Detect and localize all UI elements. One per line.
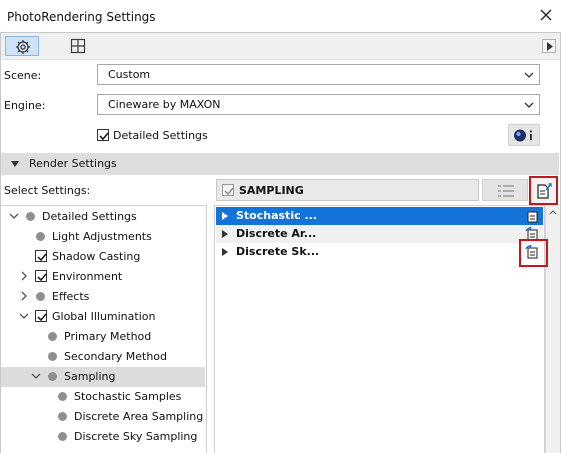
sampling-checkbox[interactable] [222, 184, 234, 196]
settings-list-row[interactable]: Discrete Ar... [216, 225, 543, 243]
grid-icon [70, 38, 86, 54]
settings-action-icon[interactable] [525, 209, 539, 223]
tree-item[interactable]: Effects [1, 287, 205, 307]
gear-icon [16, 40, 30, 54]
tree-item-checkbox[interactable] [35, 310, 47, 322]
tree-item-label: Global Illumination [52, 310, 156, 323]
engine-select[interactable]: Cineware by MAXON [97, 94, 540, 115]
tree-item-label: Detailed Settings [42, 210, 137, 223]
export-settings-button[interactable] [529, 176, 558, 205]
layout-tab-button[interactable] [62, 36, 96, 56]
scene-label: Scene: [4, 69, 42, 82]
tree-item[interactable]: Discrete Area Sampling [1, 407, 205, 427]
tree-item-label: Discrete Area Sampling [74, 410, 204, 423]
chevron-down-icon [524, 102, 534, 108]
settings-tab-button[interactable] [5, 36, 39, 56]
checkmark-icon [224, 187, 234, 196]
scene-value: Custom [108, 68, 151, 81]
scene-select[interactable]: Custom [97, 64, 540, 85]
sampling-preset-field[interactable]: SAMPLING [216, 179, 479, 201]
tree-item[interactable]: Primary Method [1, 327, 205, 347]
tree-item[interactable]: Discrete Sky Sampling [1, 427, 205, 447]
tree-item-label: Light Adjustments [52, 230, 152, 243]
tree-item-dot-icon [36, 292, 45, 301]
settings-list-row-label: Discrete Ar... [236, 227, 317, 240]
tree-item-label: Shadow Casting [52, 250, 141, 263]
tree-item[interactable]: Global Illumination [1, 307, 205, 327]
tree-item-dot-icon [58, 432, 67, 441]
chevron-right-icon[interactable] [19, 291, 29, 301]
chevron-down-icon[interactable] [9, 211, 19, 221]
triangle-right-icon [547, 42, 553, 51]
highlight-box [519, 239, 548, 267]
tree-item-label: Primary Method [64, 330, 152, 343]
window-title: PhotoRendering Settings [7, 10, 156, 24]
tree-item[interactable]: Stochastic Samples [1, 387, 205, 407]
cineware-info-icon [514, 129, 532, 142]
triangle-right-icon[interactable] [222, 248, 228, 256]
tree-item[interactable]: Environment [1, 267, 205, 287]
chevron-right-icon[interactable] [19, 271, 29, 281]
triangle-right-icon[interactable] [222, 230, 228, 238]
sampling-field-value: SAMPLING [239, 184, 304, 197]
tree-item[interactable]: Light Adjustments [1, 227, 205, 247]
export-settings-icon [537, 183, 552, 199]
tree-item-dot-icon [26, 212, 35, 221]
tree-item[interactable]: Secondary Method [1, 347, 205, 367]
settings-list-row[interactable]: Stochastic ... [216, 207, 543, 225]
tree-item-dot-icon [36, 232, 45, 241]
chevron-down-icon[interactable] [31, 371, 41, 381]
tree-item-dot-icon [48, 352, 57, 361]
checkmark-icon [99, 132, 109, 141]
tree-item-label: Sampling [64, 370, 116, 383]
tree-item-checkbox[interactable] [35, 270, 47, 282]
select-settings-label: Select Settings: [4, 184, 91, 197]
settings-list-row[interactable]: Discrete Sk... [216, 243, 543, 261]
checkmark-icon [37, 313, 47, 322]
tree-item-dot-icon [58, 412, 67, 421]
tree-item-dot-icon [48, 332, 57, 341]
tree-item-label: Environment [52, 270, 123, 283]
tree-item-label: Secondary Method [64, 350, 168, 363]
list-view-icon [498, 185, 514, 197]
detailed-settings-checkbox[interactable] [97, 129, 109, 141]
checkmark-icon [37, 273, 47, 282]
render-settings-section-header[interactable]: Render Settings [1, 153, 559, 175]
close-icon[interactable] [537, 6, 555, 24]
tree-item[interactable]: Shadow Casting [1, 247, 205, 267]
engine-value: Cineware by MAXON [108, 98, 221, 111]
tree-item-checkbox[interactable] [35, 250, 47, 262]
list-view-button[interactable] [482, 179, 528, 201]
triangle-right-icon[interactable] [222, 212, 228, 220]
section-title: Render Settings [29, 157, 117, 170]
tree-item-label: Stochastic Samples [74, 390, 182, 403]
detailed-settings-label: Detailed Settings [113, 129, 208, 142]
settings-list-row-label: Discrete Sk... [236, 245, 320, 258]
engine-info-button[interactable] [508, 124, 540, 146]
settings-list-row-label: Stochastic ... [236, 209, 317, 222]
chevron-up-icon [549, 210, 557, 215]
chevron-down-icon[interactable] [19, 311, 29, 321]
chevron-down-icon [524, 72, 534, 78]
toolbar-scroll-right-button[interactable] [542, 39, 556, 53]
tree-item[interactable]: Sampling [1, 367, 205, 387]
tree-item[interactable]: Detailed Settings [1, 207, 205, 227]
engine-label: Engine: [4, 99, 46, 112]
tree-item-dot-icon [58, 392, 67, 401]
triangle-down-icon [11, 161, 19, 167]
tree-item-dot-icon [48, 372, 57, 381]
checkmark-icon [37, 253, 47, 262]
tree-item-label: Effects [52, 290, 90, 303]
tree-item-label: Discrete Sky Sampling [74, 430, 198, 443]
